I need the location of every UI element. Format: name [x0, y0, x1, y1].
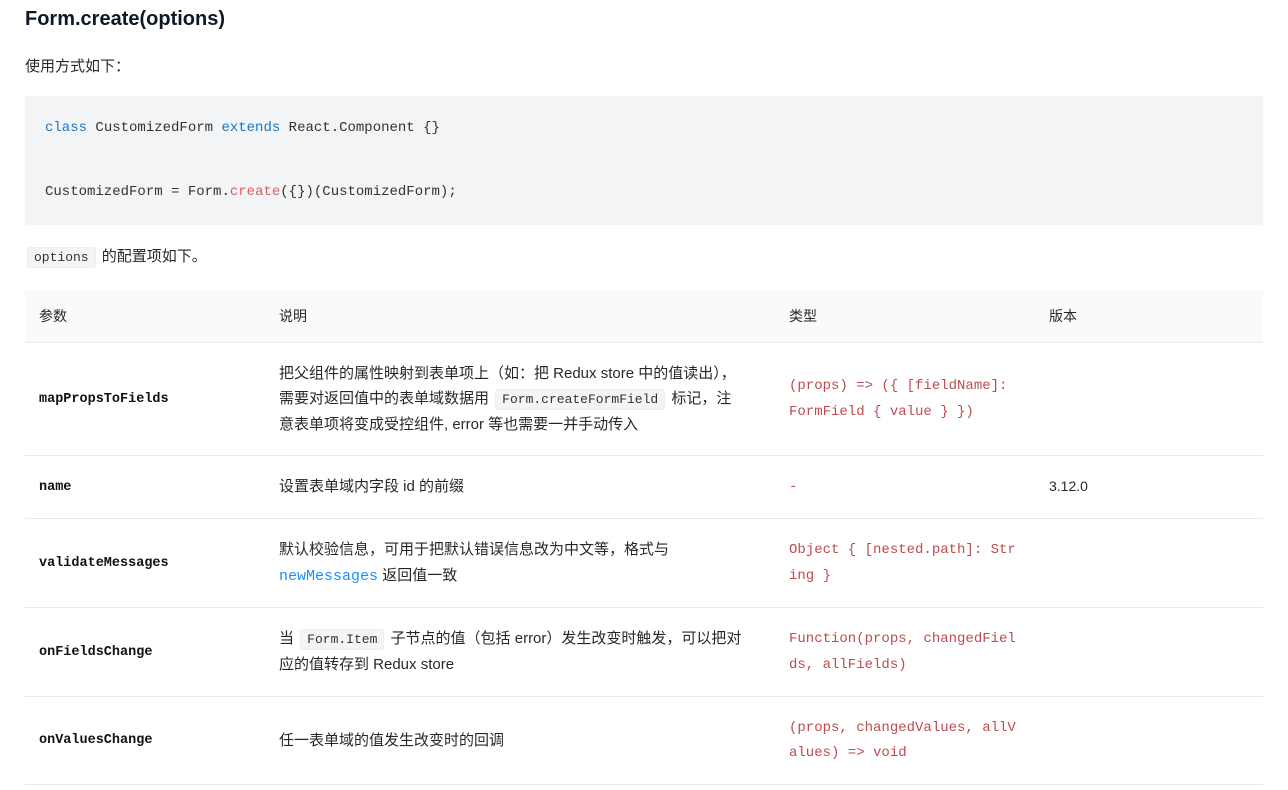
- version-cell: [1035, 342, 1263, 456]
- table-row: name设置表单域内字段 id 的前缀-3.12.0: [25, 456, 1263, 519]
- type-cell: (props) => ({ [fieldName]: FormField { v…: [775, 342, 1035, 456]
- param-cell: mapPropsToFields: [25, 342, 265, 456]
- version-cell: [1035, 519, 1263, 608]
- version-cell: 3.12.0: [1035, 456, 1263, 519]
- type-cell: Object { [nested.path]: String }: [775, 519, 1035, 608]
- param-cell: name: [25, 456, 265, 519]
- desc-cell: 默认校验信息，可用于把默认错误信息改为中文等，格式与 newMessages 返…: [265, 519, 775, 608]
- param-cell: validateMessages: [25, 519, 265, 608]
- options-code: options: [27, 247, 96, 268]
- table-row: onValuesChange任一表单域的值发生改变时的回调(props, cha…: [25, 696, 1263, 785]
- inline-code: Form.Item: [300, 629, 384, 650]
- intro-text: 使用方式如下：: [25, 55, 1263, 76]
- table-header-type: 类型: [775, 290, 1035, 343]
- inline-code: Form.createFormField: [495, 389, 665, 410]
- desc-cell: 设置表单域内字段 id 的前缀: [265, 456, 775, 519]
- type-cell: -: [775, 456, 1035, 519]
- param-cell: onFieldsChange: [25, 608, 265, 697]
- doc-link[interactable]: newMessages: [279, 568, 378, 585]
- desc-cell: 把父组件的属性映射到表单项上（如：把 Redux store 中的值读出），需要…: [265, 342, 775, 456]
- table-row: mapPropsToFields把父组件的属性映射到表单项上（如：把 Redux…: [25, 342, 1263, 456]
- version-cell: [1035, 696, 1263, 785]
- desc-cell: 当 Form.Item 子节点的值（包括 error）发生改变时触发，可以把对应…: [265, 608, 775, 697]
- param-cell: onValuesChange: [25, 696, 265, 785]
- version-cell: [1035, 608, 1263, 697]
- table-header-desc: 说明: [265, 290, 775, 343]
- options-suffix: 的配置项如下。: [98, 248, 207, 265]
- table-header-param: 参数: [25, 290, 265, 343]
- desc-cell: 任一表单域的值发生改变时的回调: [265, 696, 775, 785]
- table-row: onFieldsChange当 Form.Item 子节点的值（包括 error…: [25, 608, 1263, 697]
- type-cell: (props, changedValues, allValues) => voi…: [775, 696, 1035, 785]
- table-body: mapPropsToFields把父组件的属性映射到表单项上（如：把 Redux…: [25, 342, 1263, 785]
- options-description: options 的配置项如下。: [25, 245, 1263, 266]
- table-header-version: 版本: [1035, 290, 1263, 343]
- section-heading: Form.create(options): [25, 8, 1263, 31]
- table-header-row: 参数 说明 类型 版本: [25, 290, 1263, 343]
- code-example: class CustomizedForm extends React.Compo…: [25, 96, 1263, 225]
- api-table: 参数 说明 类型 版本 mapPropsToFields把父组件的属性映射到表单…: [25, 290, 1263, 786]
- table-row: validateMessages默认校验信息，可用于把默认错误信息改为中文等，格…: [25, 519, 1263, 608]
- type-cell: Function(props, changedFields, allFields…: [775, 608, 1035, 697]
